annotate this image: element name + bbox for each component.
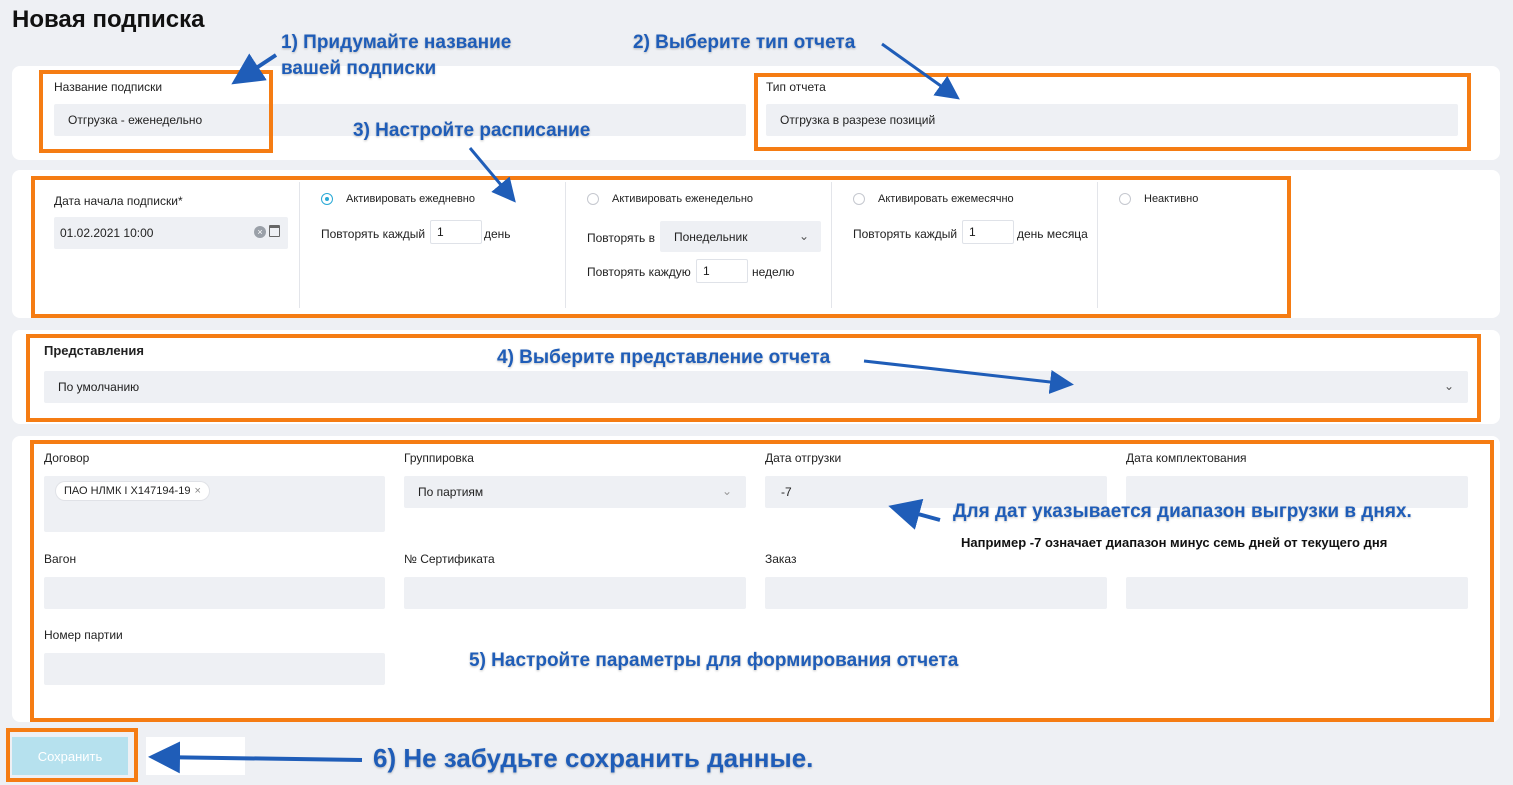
annotation-dates-example: Например -7 означает диапазон минус семь… — [961, 535, 1388, 550]
annotation-5: 5) Настройте параметры для формирования … — [469, 650, 959, 671]
annotation-3: 3) Настройте расписание — [353, 120, 591, 141]
annotation-6: 6) Не забудьте сохранить данные. — [373, 743, 814, 773]
arrow-6 — [148, 741, 363, 774]
arrow-dates — [888, 498, 941, 530]
arrow-1 — [231, 53, 278, 85]
annotation-dates-note: Для дат указывается диапазон выгрузки в … — [953, 501, 1412, 522]
annotation-2: 2) Выберите тип отчета — [633, 32, 856, 53]
arrow-2 — [881, 42, 960, 100]
arrow-4 — [863, 359, 1074, 394]
annotation-4: 4) Выберите представление отчета — [497, 347, 831, 368]
arrow-3 — [468, 147, 516, 203]
annotation-1-line2: вашей подписки — [281, 58, 437, 79]
annotation-1-line1: 1) Придумайте название — [281, 32, 512, 53]
